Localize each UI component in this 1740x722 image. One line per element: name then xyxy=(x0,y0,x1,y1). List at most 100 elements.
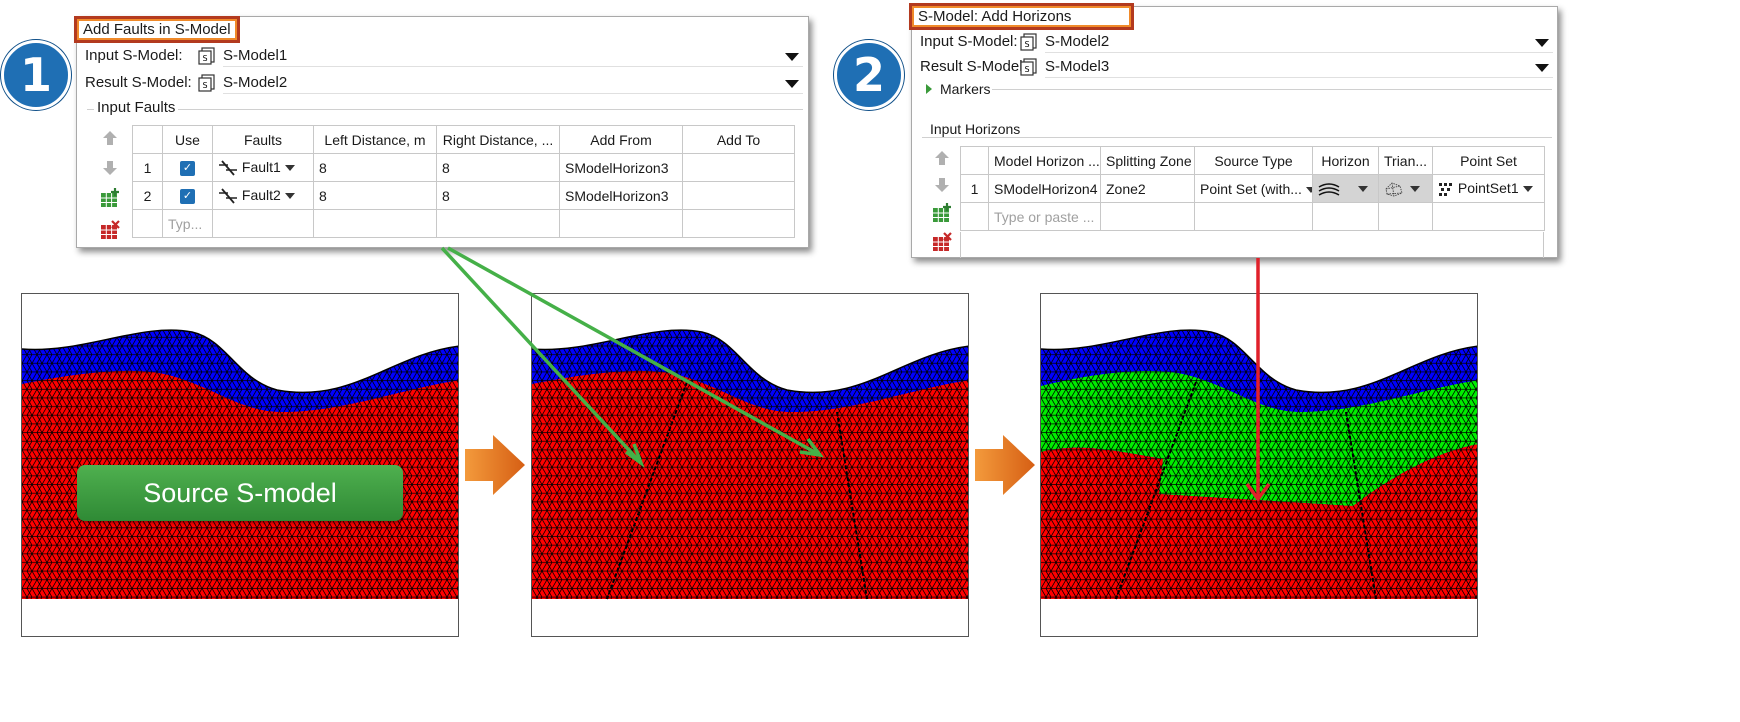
chevron-down-icon xyxy=(1522,186,1533,193)
horizon-cell[interactable] xyxy=(1312,174,1379,203)
smodel-icon: S xyxy=(198,74,215,92)
empty-cell[interactable] xyxy=(1312,202,1379,231)
column-header[interactable]: Model Horizon ... xyxy=(988,146,1101,175)
input-smodel-value: S-Model2 xyxy=(1045,33,1110,50)
delete-row-button[interactable] xyxy=(97,217,123,243)
column-header[interactable]: Trian... xyxy=(1378,146,1433,175)
column-header[interactable]: Horizon xyxy=(1312,146,1379,175)
result-smodel-select[interactable]: S-Model2 xyxy=(223,72,803,94)
input-smodel-value: S-Model1 xyxy=(223,47,288,64)
point-set-cell[interactable]: PointSet1 xyxy=(1432,174,1545,203)
smodel-icon: S xyxy=(1020,33,1037,51)
table-row[interactable]: 2 ✓ Fault2 8 8 SModelHorizon3 xyxy=(132,181,795,210)
left-distance-cell[interactable]: 8 xyxy=(313,181,437,210)
chevron-down-icon xyxy=(1358,186,1368,193)
fault-cell[interactable]: Fault1 xyxy=(212,153,314,182)
table-row[interactable]: 1 ✓ Fault1 8 8 SModelHorizon3 xyxy=(132,153,795,182)
input-faults-group-label: Input Faults xyxy=(94,99,179,116)
check-icon: ✓ xyxy=(180,188,195,204)
input-horizons-table: Model Horizon ... Splitting Zone Source … xyxy=(960,146,1545,231)
empty-cell[interactable] xyxy=(1432,202,1545,231)
empty-cell[interactable] xyxy=(1194,202,1313,231)
right-distance-cell[interactable]: 8 xyxy=(436,181,560,210)
column-header[interactable]: Source Type xyxy=(1194,146,1313,175)
horizon-model-panel xyxy=(1040,293,1478,637)
step-1-badge: 1 xyxy=(1,40,71,110)
use-checkbox[interactable]: ✓ xyxy=(162,181,213,210)
fault-name: Fault1 xyxy=(241,158,281,175)
column-header[interactable]: Splitting Zone xyxy=(1100,146,1195,175)
new-row[interactable]: Typ... xyxy=(132,209,795,238)
table-header-row: Use Faults Left Distance, m Right Distan… xyxy=(132,125,795,154)
column-header[interactable]: Left Distance, m xyxy=(313,125,437,154)
left-distance-cell[interactable]: 8 xyxy=(313,153,437,182)
markers-divider xyxy=(992,89,1552,90)
move-up-button[interactable] xyxy=(929,145,955,171)
result-smodel-value: S-Model2 xyxy=(223,74,288,91)
point-set-icon xyxy=(1439,183,1452,197)
svg-text:S: S xyxy=(1024,40,1029,49)
add-from-cell[interactable]: SModelHorizon3 xyxy=(559,181,683,210)
model-horizon-cell[interactable]: SModelHorizon4 xyxy=(988,174,1101,203)
empty-cell[interactable] xyxy=(559,209,683,238)
empty-cell[interactable] xyxy=(436,209,560,238)
smodel-icon: S xyxy=(1020,58,1037,76)
input-smodel-select[interactable]: S-Model1 xyxy=(223,45,803,67)
input-smodel-select[interactable]: S-Model2 xyxy=(1045,31,1553,53)
triangulation-icon xyxy=(1385,182,1403,197)
row-number-header xyxy=(132,125,163,154)
column-header[interactable]: Add To xyxy=(682,125,795,154)
faulted-model-panel xyxy=(531,293,969,637)
red-layer xyxy=(532,370,968,599)
move-down-button[interactable] xyxy=(929,172,955,198)
chevron-down-icon xyxy=(1305,186,1312,193)
empty-cell[interactable] xyxy=(1100,202,1195,231)
add-row-button[interactable] xyxy=(97,185,123,211)
move-down-button[interactable] xyxy=(97,155,123,181)
arrow-up-icon xyxy=(103,131,117,145)
add-to-cell[interactable] xyxy=(682,181,795,210)
markers-expander[interactable]: Markers xyxy=(926,81,991,97)
empty-cell[interactable] xyxy=(313,209,437,238)
new-row[interactable]: Type or paste ... xyxy=(960,202,1545,231)
result-smodel-value: S-Model3 xyxy=(1045,58,1110,75)
table-add-icon xyxy=(933,203,951,222)
source-type-cell[interactable]: Point Set (with... xyxy=(1194,174,1313,203)
empty-cell[interactable] xyxy=(212,209,314,238)
empty-cell[interactable] xyxy=(682,209,795,238)
column-header[interactable]: Use xyxy=(162,125,213,154)
table-row[interactable]: 1 SModelHorizon4 Zone2 Point Set (with..… xyxy=(960,174,1545,203)
table-add-icon xyxy=(101,188,119,207)
input-horizons-group-label: Input Horizons xyxy=(927,121,1024,137)
arrow-down-icon xyxy=(935,178,949,192)
add-row-button[interactable] xyxy=(929,200,955,226)
check-icon: ✓ xyxy=(180,160,195,176)
svg-text:S: S xyxy=(202,54,207,63)
add-from-cell[interactable]: SModelHorizon3 xyxy=(559,153,683,182)
arrow-up-icon xyxy=(935,151,949,165)
row-number xyxy=(960,202,989,231)
splitting-zone-cell[interactable]: Zone2 xyxy=(1100,174,1195,203)
use-checkbox[interactable]: ✓ xyxy=(162,153,213,182)
row-number: 1 xyxy=(132,153,163,182)
row-number: 2 xyxy=(132,181,163,210)
column-header[interactable]: Point Set xyxy=(1432,146,1545,175)
new-row-input[interactable]: Typ... xyxy=(162,209,213,238)
move-up-button[interactable] xyxy=(97,125,123,151)
group-border xyxy=(87,109,803,110)
add-to-cell[interactable] xyxy=(682,153,795,182)
column-header[interactable]: Faults xyxy=(212,125,314,154)
table-header-row: Model Horizon ... Splitting Zone Source … xyxy=(960,146,1545,175)
empty-cell[interactable] xyxy=(1378,202,1433,231)
fault-cell[interactable]: Fault2 xyxy=(212,181,314,210)
add-horizons-window: S-Model: Add Horizons Input S-Model: S S… xyxy=(909,3,1558,258)
column-header[interactable]: Add From xyxy=(559,125,683,154)
chevron-down-icon xyxy=(284,193,295,200)
result-smodel-select[interactable]: S-Model3 xyxy=(1045,56,1553,78)
column-header[interactable]: Right Distance, ... xyxy=(436,125,560,154)
right-distance-cell[interactable]: 8 xyxy=(436,153,560,182)
triangulation-cell[interactable] xyxy=(1378,174,1433,203)
new-row-input[interactable]: Type or paste ... xyxy=(988,202,1101,231)
delete-row-button[interactable] xyxy=(929,229,955,255)
svg-text:S: S xyxy=(202,81,207,90)
